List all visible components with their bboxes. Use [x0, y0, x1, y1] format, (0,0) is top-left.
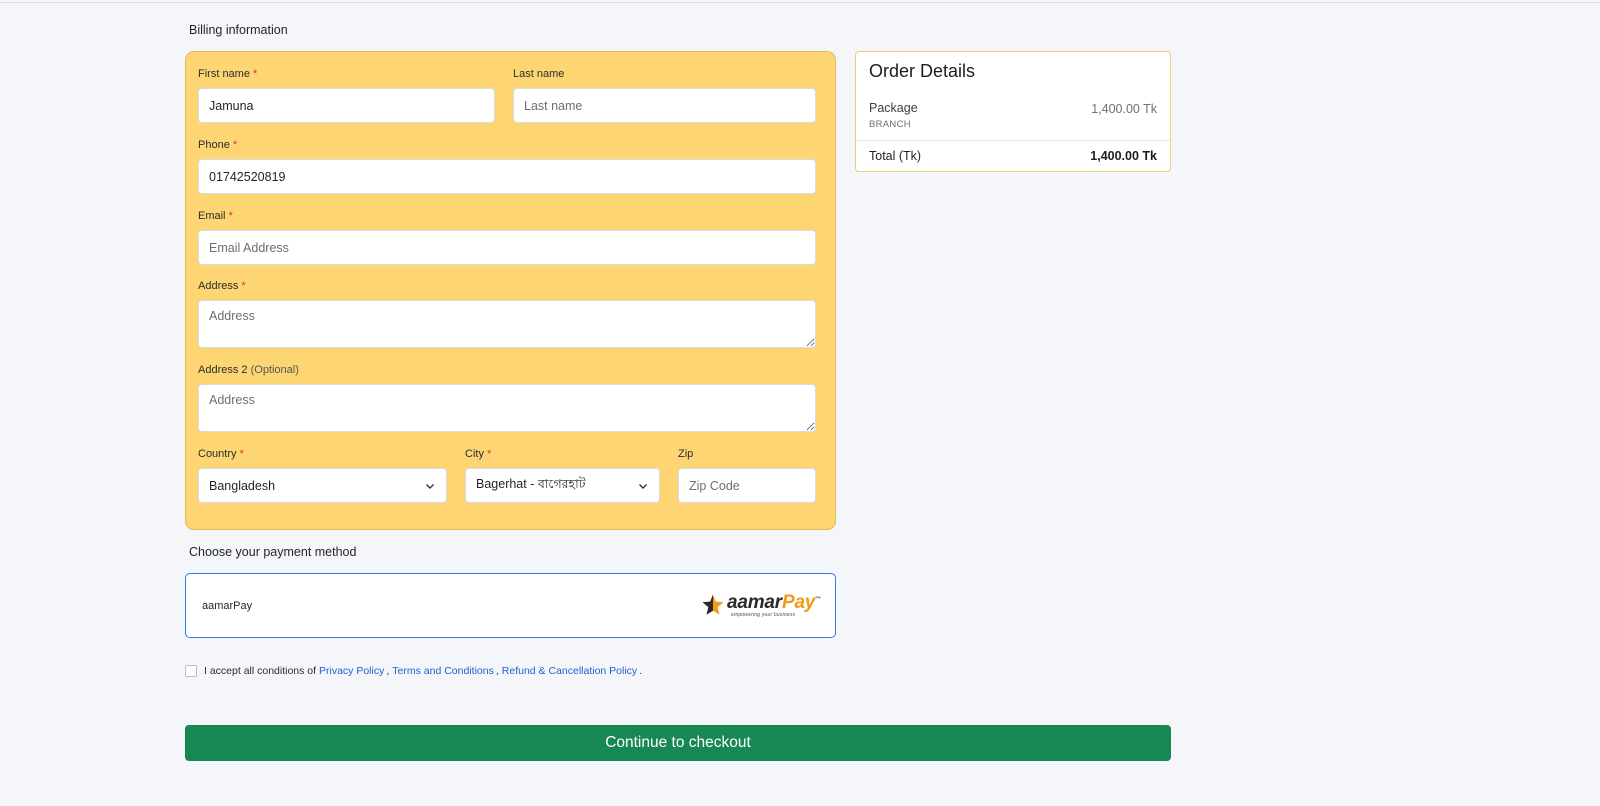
country-field: Country * Bangladesh [198, 448, 447, 503]
payment-option-aamarpay[interactable]: aamarPay aamarPay™ empowering your busin… [185, 573, 836, 638]
billing-section-title: Billing information [189, 23, 288, 37]
consent-prefix: I accept all conditions of [204, 665, 317, 677]
address-textarea[interactable] [198, 300, 816, 348]
city-select[interactable]: Bagerhat - বাগেরহাট [465, 468, 660, 503]
package-label: Package [869, 101, 918, 115]
address2-label: Address 2 (Optional) [198, 364, 299, 376]
city-label: City * [465, 448, 492, 460]
continue-to-checkout-button[interactable]: Continue to checkout [185, 725, 1171, 761]
email-label: Email * [198, 210, 233, 222]
aamarpay-logo: aamarPay™ empowering your business [701, 593, 821, 618]
city-selected-value: Bagerhat - বাগেরহাট [476, 476, 586, 491]
first-name-label: First name * [198, 68, 258, 80]
last-name-label: Last name [513, 68, 565, 80]
order-details-title: Order Details [869, 61, 976, 81]
accept-terms-checkbox[interactable] [185, 665, 197, 677]
email-input[interactable] [198, 230, 816, 265]
order-details-card: Order Details Package BRANCH 1,400.00 Tk… [855, 51, 1171, 172]
privacy-policy-link[interactable]: Privacy Policy [319, 665, 384, 677]
total-label: Total (Tk) [869, 149, 922, 163]
phone-field: Phone * [198, 139, 816, 194]
terms-link[interactable]: Terms and Conditions [392, 665, 494, 677]
zip-field: Zip [678, 448, 816, 503]
country-selected-value: Bangladesh [209, 478, 276, 493]
country-label: Country * [198, 448, 244, 460]
chevron-down-icon [426, 483, 434, 489]
first-name-input[interactable] [198, 88, 495, 123]
country-select[interactable]: Bangladesh [198, 468, 447, 503]
phone-input[interactable] [198, 159, 816, 194]
terms-consent: I accept all conditions of Privacy Polic… [185, 665, 645, 677]
chevron-down-icon [639, 483, 647, 489]
zip-label: Zip [678, 448, 694, 460]
payment-section-title: Choose your payment method [189, 545, 357, 559]
payment-method-name: aamarPay [202, 600, 253, 612]
first-name-field: First name * [198, 68, 495, 123]
package-type: BRANCH [869, 119, 911, 130]
order-divider [856, 140, 1170, 141]
last-name-field: Last name [513, 68, 816, 123]
address-field: Address * [198, 280, 816, 348]
city-field: City * Bagerhat - বাগেরহাট [465, 448, 660, 503]
address-label: Address * [198, 280, 246, 292]
total-value: 1,400.00 Tk [1090, 149, 1157, 163]
zip-input[interactable] [678, 468, 816, 503]
star-logo-icon [702, 594, 724, 615]
top-divider [0, 2, 1600, 3]
refund-policy-link[interactable]: Refund & Cancellation Policy [502, 665, 637, 677]
last-name-input[interactable] [513, 88, 816, 123]
address2-textarea[interactable] [198, 384, 816, 432]
address2-field: Address 2 (Optional) [198, 364, 816, 432]
billing-form: First name * Last name Phone * Email * A… [185, 51, 836, 530]
email-field: Email * [198, 210, 816, 265]
package-price: 1,400.00 Tk [1091, 102, 1157, 116]
phone-label: Phone * [198, 139, 238, 151]
